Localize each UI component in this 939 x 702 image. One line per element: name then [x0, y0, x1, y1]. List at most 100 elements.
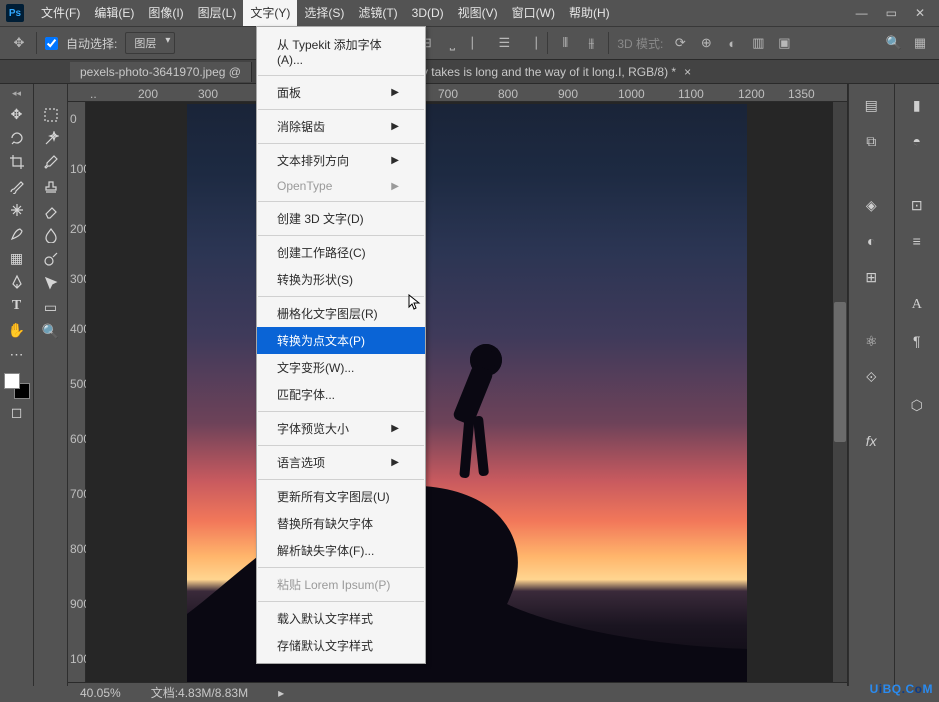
menu-layer[interactable]: 图层(L) — [191, 0, 244, 26]
close-icon[interactable]: ✕ — [915, 6, 925, 20]
ruler-vertical[interactable]: 0 100 200 300 400 500 600 700 800 900 10… — [68, 102, 86, 686]
fx-panel-icon[interactable]: fx — [860, 430, 882, 452]
auto-select-checkbox[interactable] — [45, 37, 58, 50]
menu-help[interactable]: 帮助(H) — [562, 0, 617, 26]
minimize-icon[interactable]: — — [856, 6, 868, 20]
menu-file[interactable]: 文件(F) — [34, 0, 87, 26]
3d-panel-icon[interactable]: ⬡ — [906, 394, 928, 416]
eyedropper-tool[interactable] — [38, 152, 64, 174]
lasso-tool[interactable] — [4, 127, 30, 149]
menu-item[interactable]: 语言选项▶ — [257, 449, 425, 476]
search-icon[interactable]: 🔍 — [885, 34, 903, 52]
align-left-icon[interactable]: ⎸ — [469, 34, 487, 52]
pen-tool[interactable] — [4, 271, 30, 293]
menu-view[interactable]: 视图(V) — [451, 0, 505, 26]
document-tab[interactable]: pexels-photo-3641970.jpeg @ — [70, 62, 252, 82]
menu-select[interactable]: 选择(S) — [297, 0, 351, 26]
type-tool[interactable]: T — [4, 295, 30, 317]
status-chevron-icon[interactable]: ▸ — [278, 686, 284, 700]
canvas[interactable] — [86, 102, 847, 686]
right-panels: ▤ ⧉ ◈ ◐ ⊞ ⚛ ⟐ fx ▮ ◓ ⊡ ≡ A ¶ ⬡ — [847, 84, 939, 686]
tab-close-icon[interactable]: × — [684, 65, 691, 79]
menu-filter[interactable]: 滤镜(T) — [351, 0, 404, 26]
camera-icon[interactable]: ▣ — [775, 34, 793, 52]
pan-icon[interactable]: ⊕ — [697, 34, 715, 52]
styles-panel-icon[interactable]: ⟐ — [860, 366, 882, 388]
layers-panel-icon[interactable]: ◈ — [860, 194, 882, 216]
ruler-horizontal[interactable]: .. 200 300 400 500 600 700 800 900 1000 … — [68, 84, 847, 102]
wand-tool[interactable] — [38, 128, 64, 150]
distribute-1-icon[interactable]: ⫴ — [556, 34, 574, 52]
menu-item[interactable]: 更新所有文字图层(U) — [257, 483, 425, 510]
menu-item[interactable]: 匹配字体... — [257, 381, 425, 408]
distribute-2-icon[interactable]: ⫵ — [582, 34, 600, 52]
vertical-scrollbar[interactable] — [833, 102, 847, 686]
maximize-icon[interactable]: ▭ — [886, 6, 897, 20]
menu-item[interactable]: 转换为点文本(P) — [257, 327, 425, 354]
gradient-tool[interactable]: ▦ — [4, 247, 30, 269]
quickmask-tool[interactable]: ◻ — [4, 401, 30, 423]
swatches-panel-icon[interactable]: ◓ — [906, 130, 928, 152]
menu-item[interactable]: 文字变形(W)... — [257, 354, 425, 381]
panel-grip-icon[interactable]: ◂◂ — [12, 88, 21, 99]
brush-tool[interactable] — [4, 175, 30, 197]
menu-edit[interactable]: 编辑(E) — [87, 0, 141, 26]
color-panel-icon[interactable]: ▮ — [906, 94, 928, 116]
character-panel-icon[interactable]: A — [906, 294, 928, 316]
history-brush-tool[interactable] — [4, 223, 30, 245]
paths-panel-icon[interactable]: ⊞ — [860, 266, 882, 288]
menu-item[interactable]: 创建 3D 文字(D) — [257, 205, 425, 232]
align-hcenter-icon[interactable]: ☰ — [495, 34, 513, 52]
menu-item[interactable]: 面板▶ — [257, 79, 425, 106]
menu-item[interactable]: 创建工作路径(C) — [257, 239, 425, 266]
properties-panel-icon[interactable]: ⧉ — [860, 130, 882, 152]
menu-item[interactable]: 文本排列方向▶ — [257, 147, 425, 174]
shape-tool[interactable]: ▭ — [38, 296, 64, 318]
menu-item[interactable]: 消除锯齿▶ — [257, 113, 425, 140]
orbit-icon[interactable]: ⟳ — [671, 34, 689, 52]
blur-tool[interactable] — [38, 224, 64, 246]
menu-item[interactable]: 字体预览大小▶ — [257, 415, 425, 442]
align-bottom-icon[interactable]: ⎵ — [443, 34, 461, 52]
dolly-icon[interactable]: ◐ — [723, 34, 741, 52]
dodge-tool[interactable] — [38, 248, 64, 270]
menu-item[interactable]: 替换所有缺欠字体 — [257, 510, 425, 537]
workspace-icon[interactable]: ▦ — [911, 34, 929, 52]
align-right-icon[interactable]: ⎹ — [521, 34, 539, 52]
document-size[interactable]: 文档:4.83M/8.83M — [151, 684, 248, 701]
direct-select-tool[interactable] — [38, 272, 64, 294]
stamp-tool[interactable] — [38, 176, 64, 198]
menu-3d[interactable]: 3D(D) — [405, 0, 451, 26]
brush-settings-icon[interactable]: ≡ — [906, 230, 928, 252]
zoom-tool[interactable]: 🔍 — [38, 320, 64, 342]
menu-item[interactable]: 存储默认文字样式 — [257, 632, 425, 659]
menu-item[interactable]: 栅格化文字图层(R) — [257, 300, 425, 327]
color-swatch[interactable] — [4, 373, 30, 399]
slide-icon[interactable]: ▥ — [749, 34, 767, 52]
move-tool[interactable]: ✥ — [4, 103, 30, 125]
options-tool[interactable]: ⋯ — [4, 343, 30, 365]
layer-dropdown[interactable]: 图层 — [125, 32, 175, 54]
marquee-tool[interactable] — [38, 104, 64, 126]
crop-tool[interactable] — [4, 151, 30, 173]
history-panel-icon[interactable]: ▤ — [860, 94, 882, 116]
zoom-level[interactable]: 40.05% — [80, 686, 121, 700]
menu-image[interactable]: 图像(I) — [141, 0, 190, 26]
menu-item[interactable]: 转换为形状(S) — [257, 266, 425, 293]
menu-separator — [258, 75, 424, 76]
menu-item-label: 粘贴 Lorem Ipsum(P) — [277, 576, 390, 593]
healing-tool[interactable] — [4, 199, 30, 221]
menu-window[interactable]: 窗口(W) — [505, 0, 562, 26]
menu-type[interactable]: 文字(Y) — [243, 0, 297, 26]
menu-item[interactable]: 解析缺失字体(F)... — [257, 537, 425, 564]
eraser-tool[interactable] — [38, 200, 64, 222]
move-tool-icon[interactable]: ✥ — [10, 34, 28, 52]
hand-tool[interactable]: ✋ — [4, 319, 30, 341]
menu-item[interactable]: 载入默认文字样式 — [257, 605, 425, 632]
scrollbar-thumb[interactable] — [834, 302, 846, 442]
paragraph-panel-icon[interactable]: ¶ — [906, 330, 928, 352]
brush-panel-icon[interactable]: ⊡ — [906, 194, 928, 216]
channels-panel-icon[interactable]: ◐ — [860, 230, 882, 252]
adjustments-panel-icon[interactable]: ⚛ — [860, 330, 882, 352]
menu-item[interactable]: 从 Typekit 添加字体(A)... — [257, 31, 425, 72]
